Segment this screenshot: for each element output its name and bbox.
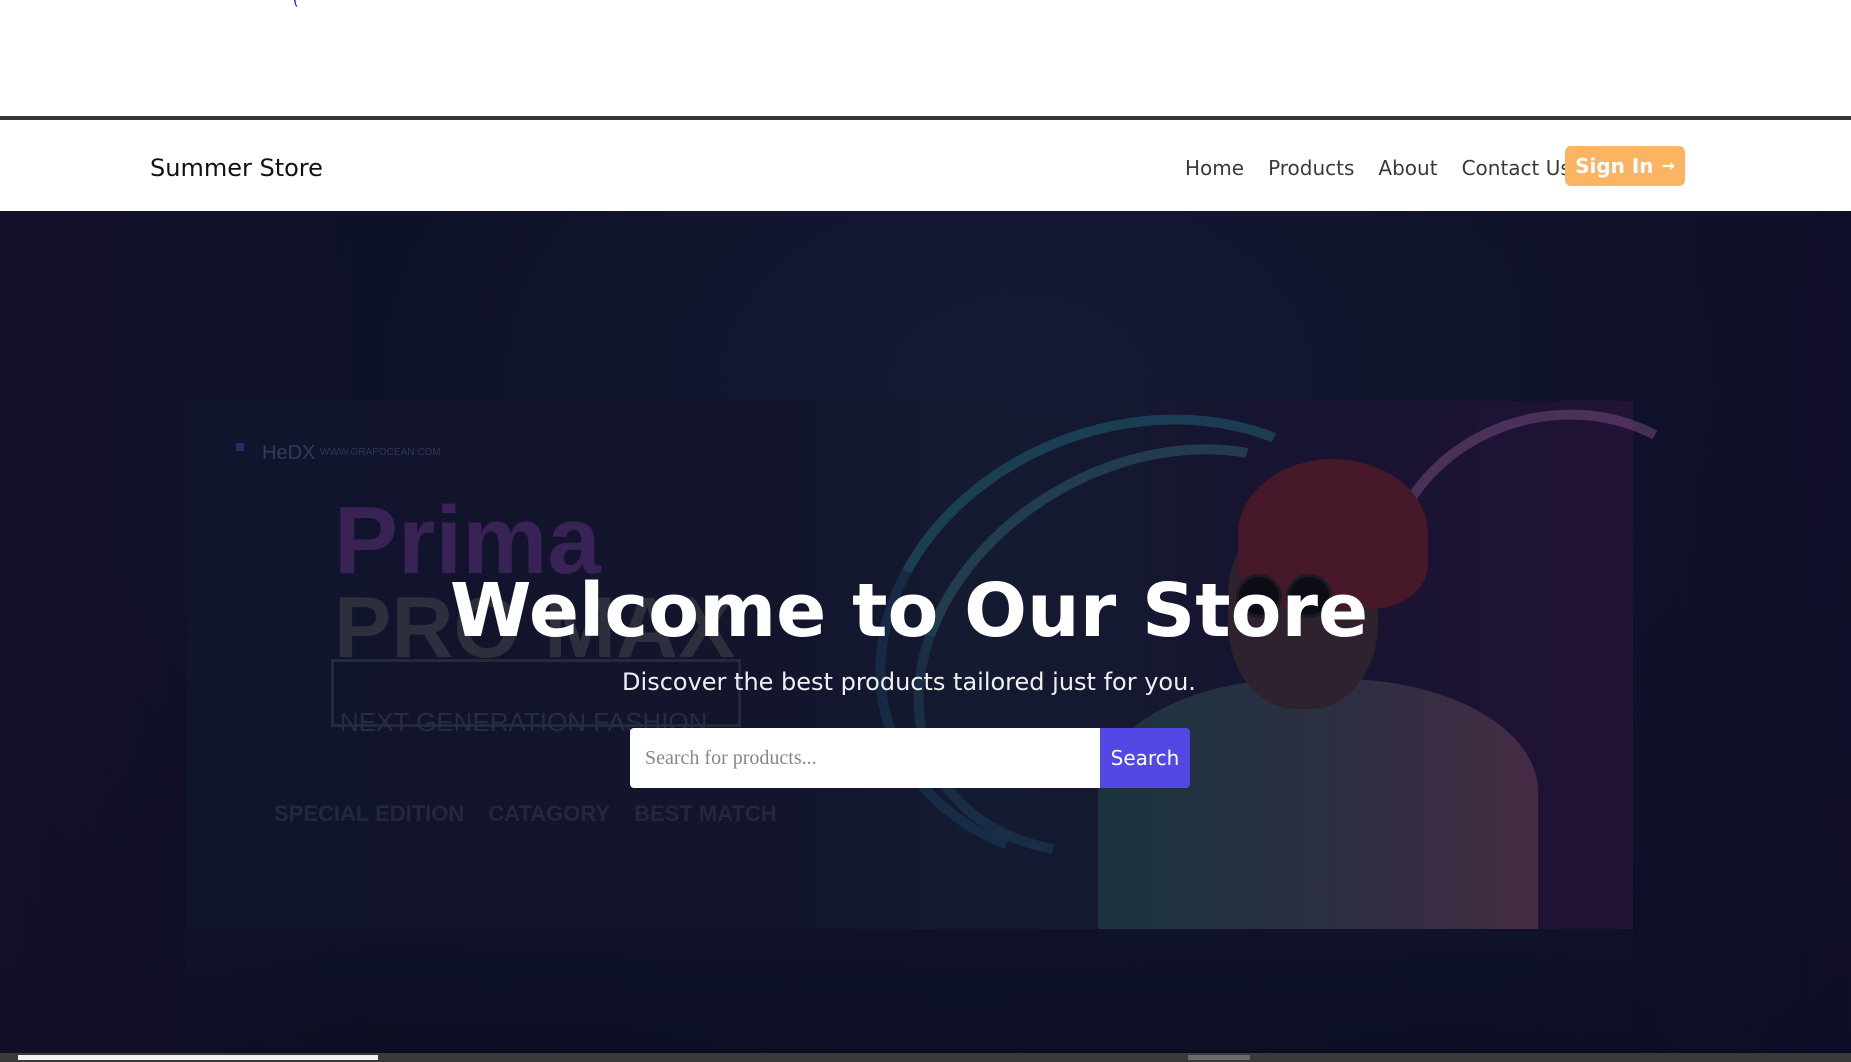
hero-subtitle: Discover the best products tailored just… — [622, 668, 1196, 696]
sign-in-label: Sign In — [1575, 154, 1654, 178]
sign-in-button[interactable]: Sign In → — [1565, 146, 1685, 186]
hero-title: Welcome to Our Store — [449, 568, 1369, 654]
scrollbar-marker — [1188, 1055, 1250, 1060]
navbar: Summer Store Home Products About Contact… — [0, 120, 1851, 211]
nav-link-home[interactable]: Home — [1185, 156, 1244, 180]
search-bar: Search — [630, 728, 1190, 788]
nav-link-contact[interactable]: Contact Us — [1462, 156, 1571, 180]
search-button[interactable]: Search — [1100, 728, 1190, 788]
arrow-right-icon: → — [1661, 156, 1675, 175]
nav-link-about[interactable]: About — [1378, 156, 1437, 180]
search-input[interactable] — [630, 728, 1100, 788]
hero-section: HeDX WWW.GRAPOCEAN.COM Prima PRO MAX NEX… — [0, 211, 1851, 1053]
horizontal-scrollbar[interactable] — [0, 1053, 1851, 1062]
nav-link-products[interactable]: Products — [1268, 156, 1354, 180]
scrollbar-thumb[interactable] — [18, 1055, 378, 1060]
partial-glyph: ( — [293, 0, 299, 9]
top-blank-area: ( — [0, 0, 1851, 116]
nav-links: Home Products About Contact Us — [1185, 156, 1571, 180]
brand-name[interactable]: Summer Store — [150, 154, 323, 182]
